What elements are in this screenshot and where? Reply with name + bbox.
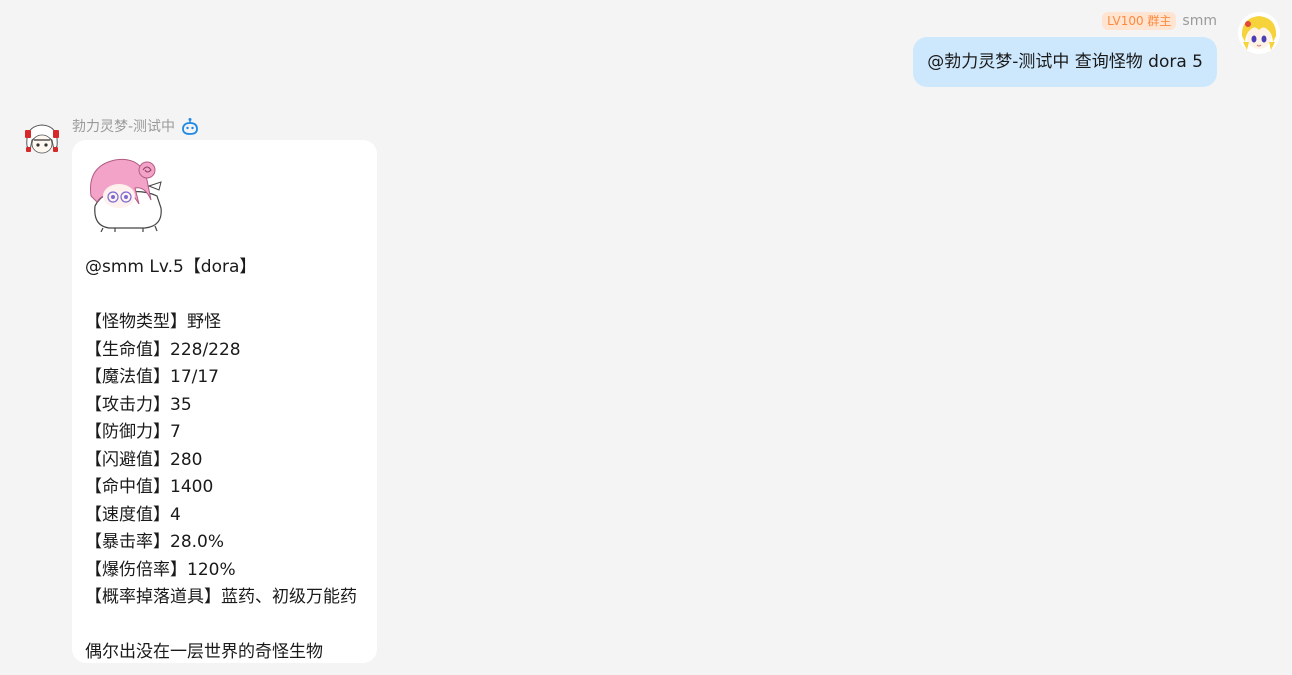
white-hair-anime-avatar-icon xyxy=(22,120,62,160)
blonde-anime-avatar-icon xyxy=(1238,12,1280,54)
bot-sender-name[interactable]: 勃力灵梦-测试中 xyxy=(72,116,175,136)
bot-avatar[interactable] xyxy=(22,120,62,160)
monster-info-line: 【速度值】4 xyxy=(85,504,181,525)
monster-info-line: 【生命值】228/228 xyxy=(85,339,241,360)
pink-hair-creature-sticker-icon xyxy=(90,158,162,232)
user-message: LV100 群主 smm @勃力灵梦-测试中 查询怪物 dora 5 xyxy=(680,10,1280,90)
monster-info-line: 【怪物类型】野怪 xyxy=(85,312,221,332)
monster-info-line: 【魔法值】17/17 xyxy=(85,367,219,387)
monster-info-text: @smm Lv.5【dora】 【怪物类型】野怪 【生命值】228/228 【魔法值】… xyxy=(85,254,365,667)
monster-info-line: 【命中值】1400 xyxy=(85,477,214,497)
member-level-badge: LV100 群主 xyxy=(1102,12,1177,30)
monster-info-line: 【攻击力】35 xyxy=(85,394,192,415)
monster-info-line: 【暴击率】28.0% xyxy=(85,532,225,552)
user-message-bubble[interactable]: @勃力灵梦-测试中 查询怪物 dora 5 xyxy=(913,37,1217,87)
monster-info-line: 【闪避值】280 xyxy=(85,449,203,470)
robot-icon xyxy=(181,117,199,135)
monster-info-line: 【爆伤倍率】120% xyxy=(85,559,236,580)
user-message-meta: LV100 群主 smm xyxy=(1102,12,1217,30)
monster-info-line: 【概率掉落道具】蓝药、初级万能药 xyxy=(85,587,357,607)
monster-info-line: @smm Lv.5【dora】 xyxy=(85,257,257,277)
monster-info-line: 偶尔出没在一层世界的奇怪生物 xyxy=(85,642,323,662)
user-avatar[interactable] xyxy=(1238,12,1280,54)
monster-info-line: 【防御力】7 xyxy=(85,422,181,442)
bot-message-meta: 勃力灵梦-测试中 xyxy=(72,116,199,136)
bot-message-bubble[interactable]: @smm Lv.5【dora】 【怪物类型】野怪 【生命值】228/228 【魔法值】… xyxy=(72,140,377,663)
user-sender-name[interactable]: smm xyxy=(1182,13,1217,29)
